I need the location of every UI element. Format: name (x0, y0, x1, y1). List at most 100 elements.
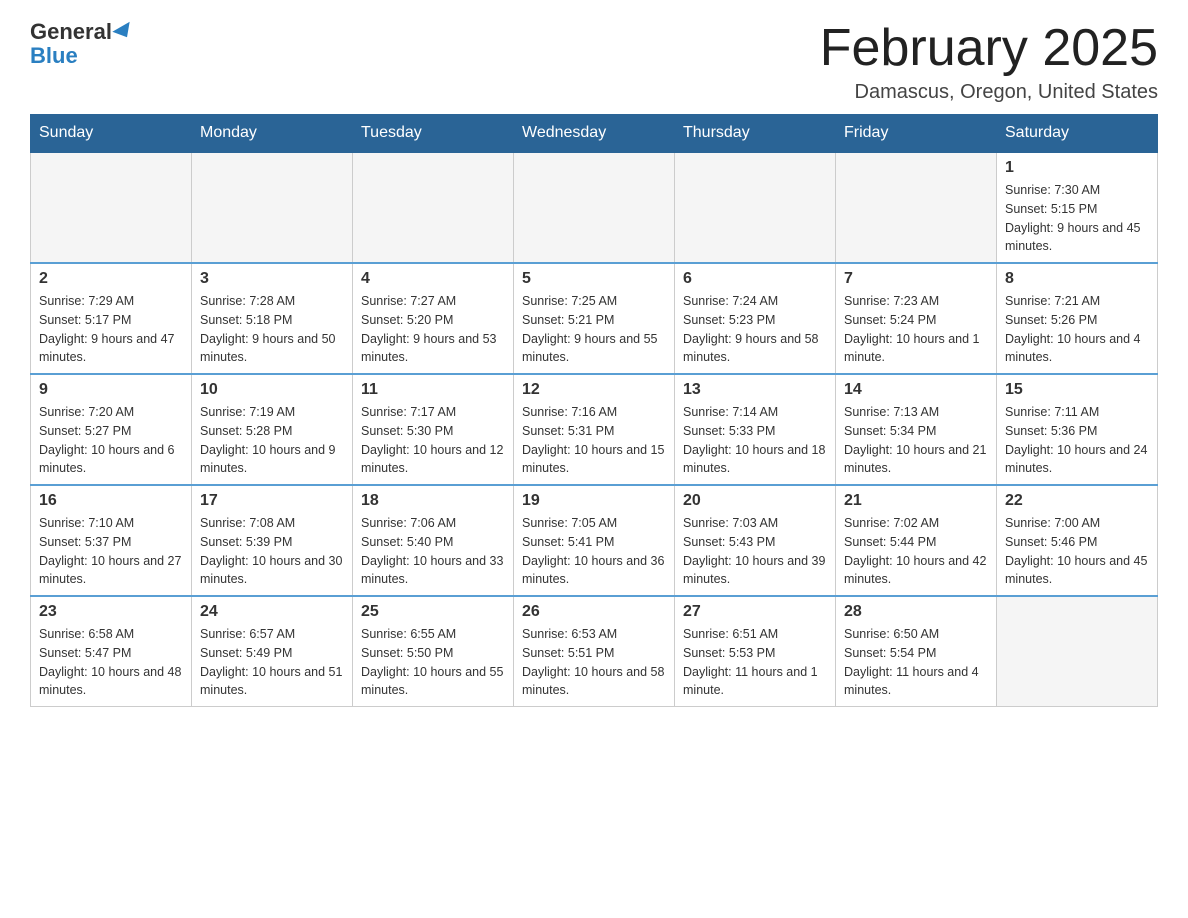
calendar-cell: 28 Sunrise: 6:50 AMSunset: 5:54 PMDayligh… (836, 596, 997, 707)
calendar-cell: 27 Sunrise: 6:51 AMSunset: 5:53 PMDayligh… (675, 596, 836, 707)
calendar-cell: 24 Sunrise: 6:57 AMSunset: 5:49 PMDayligh… (192, 596, 353, 707)
day-info: Sunrise: 7:05 AMSunset: 5:41 PMDaylight:… (522, 514, 666, 589)
calendar-cell: 8 Sunrise: 7:21 AMSunset: 5:26 PMDaylight… (997, 263, 1158, 374)
calendar-cell: 7 Sunrise: 7:23 AMSunset: 5:24 PMDaylight… (836, 263, 997, 374)
day-number: 19 (522, 492, 666, 510)
calendar-cell (514, 153, 675, 264)
day-info: Sunrise: 7:21 AMSunset: 5:26 PMDaylight:… (1005, 292, 1149, 367)
calendar-cell: 9 Sunrise: 7:20 AMSunset: 5:27 PMDaylight… (31, 374, 192, 485)
day-of-week-header: Saturday (997, 114, 1158, 153)
day-number: 28 (844, 603, 988, 621)
day-info: Sunrise: 7:30 AMSunset: 5:15 PMDaylight:… (1005, 181, 1149, 256)
day-number: 15 (1005, 381, 1149, 399)
day-of-week-header: Thursday (675, 114, 836, 153)
title-block: February 2025 Damascus, Oregon, United S… (820, 20, 1158, 104)
day-number: 18 (361, 492, 505, 510)
logo-blue-text: Blue (30, 43, 78, 68)
day-number: 16 (39, 492, 183, 510)
calendar-cell: 22 Sunrise: 7:00 AMSunset: 5:46 PMDayligh… (997, 485, 1158, 596)
day-info: Sunrise: 7:08 AMSunset: 5:39 PMDaylight:… (200, 514, 344, 589)
day-number: 7 (844, 270, 988, 288)
day-info: Sunrise: 7:14 AMSunset: 5:33 PMDaylight:… (683, 403, 827, 478)
day-info: Sunrise: 7:03 AMSunset: 5:43 PMDaylight:… (683, 514, 827, 589)
calendar-cell (31, 153, 192, 264)
day-of-week-header: Tuesday (353, 114, 514, 153)
day-info: Sunrise: 7:29 AMSunset: 5:17 PMDaylight:… (39, 292, 183, 367)
day-number: 23 (39, 603, 183, 621)
calendar-cell: 19 Sunrise: 7:05 AMSunset: 5:41 PMDayligh… (514, 485, 675, 596)
day-info: Sunrise: 7:11 AMSunset: 5:36 PMDaylight:… (1005, 403, 1149, 478)
day-info: Sunrise: 7:20 AMSunset: 5:27 PMDaylight:… (39, 403, 183, 478)
day-number: 1 (1005, 159, 1149, 177)
day-info: Sunrise: 7:16 AMSunset: 5:31 PMDaylight:… (522, 403, 666, 478)
day-number: 5 (522, 270, 666, 288)
day-number: 25 (361, 603, 505, 621)
day-number: 20 (683, 492, 827, 510)
day-number: 17 (200, 492, 344, 510)
day-number: 9 (39, 381, 183, 399)
calendar-cell (675, 153, 836, 264)
day-info: Sunrise: 7:17 AMSunset: 5:30 PMDaylight:… (361, 403, 505, 478)
day-number: 26 (522, 603, 666, 621)
day-of-week-header: Wednesday (514, 114, 675, 153)
logo-general-text: General (30, 20, 112, 44)
calendar-cell: 21Sunrise: 7:02 AMSunset: 5:44 PMDayligh… (836, 485, 997, 596)
calendar-cell: 26 Sunrise: 6:53 AMSunset: 5:51 PMDayligh… (514, 596, 675, 707)
day-info: Sunrise: 7:13 AMSunset: 5:34 PMDaylight:… (844, 403, 988, 478)
calendar-cell: 13 Sunrise: 7:14 AMSunset: 5:33 PMDayligh… (675, 374, 836, 485)
day-of-week-header: Sunday (31, 114, 192, 153)
calendar-cell: 17 Sunrise: 7:08 AMSunset: 5:39 PMDayligh… (192, 485, 353, 596)
day-info: Sunrise: 6:51 AMSunset: 5:53 PMDaylight:… (683, 625, 827, 700)
day-info: Sunrise: 6:55 AMSunset: 5:50 PMDaylight:… (361, 625, 505, 700)
day-info: Sunrise: 7:27 AMSunset: 5:20 PMDaylight:… (361, 292, 505, 367)
calendar-table: SundayMondayTuesdayWednesdayThursdayFrid… (30, 114, 1158, 707)
day-info: Sunrise: 7:23 AMSunset: 5:24 PMDaylight:… (844, 292, 988, 367)
page-header: General Blue February 2025 Damascus, Ore… (30, 20, 1158, 104)
calendar-cell: 15 Sunrise: 7:11 AMSunset: 5:36 PMDayligh… (997, 374, 1158, 485)
day-info: Sunrise: 6:53 AMSunset: 5:51 PMDaylight:… (522, 625, 666, 700)
day-info: Sunrise: 7:19 AMSunset: 5:28 PMDaylight:… (200, 403, 344, 478)
calendar-cell: 16 Sunrise: 7:10 AMSunset: 5:37 PMDayligh… (31, 485, 192, 596)
day-of-week-header: Friday (836, 114, 997, 153)
calendar-cell (192, 153, 353, 264)
day-number: 10 (200, 381, 344, 399)
day-info: Sunrise: 6:50 AMSunset: 5:54 PMDaylight:… (844, 625, 988, 700)
day-number: 12 (522, 381, 666, 399)
calendar-cell: 14 Sunrise: 7:13 AMSunset: 5:34 PMDayligh… (836, 374, 997, 485)
calendar-cell (997, 596, 1158, 707)
calendar-cell: 6 Sunrise: 7:24 AMSunset: 5:23 PMDaylight… (675, 263, 836, 374)
calendar-cell: 25 Sunrise: 6:55 AMSunset: 5:50 PMDayligh… (353, 596, 514, 707)
day-number: 22 (1005, 492, 1149, 510)
day-number: 6 (683, 270, 827, 288)
location-subtitle: Damascus, Oregon, United States (820, 81, 1158, 104)
calendar-cell: 5 Sunrise: 7:25 AMSunset: 5:21 PMDaylight… (514, 263, 675, 374)
month-title: February 2025 (820, 20, 1158, 77)
calendar-cell (836, 153, 997, 264)
day-number: 14 (844, 381, 988, 399)
day-number: 3 (200, 270, 344, 288)
day-info: Sunrise: 7:10 AMSunset: 5:37 PMDaylight:… (39, 514, 183, 589)
day-info: Sunrise: 6:58 AMSunset: 5:47 PMDaylight:… (39, 625, 183, 700)
day-info: Sunrise: 7:00 AMSunset: 5:46 PMDaylight:… (1005, 514, 1149, 589)
day-number: 27 (683, 603, 827, 621)
calendar-cell (353, 153, 514, 264)
day-number: 4 (361, 270, 505, 288)
calendar-cell: 12 Sunrise: 7:16 AMSunset: 5:31 PMDayligh… (514, 374, 675, 485)
day-info: Sunrise: 7:06 AMSunset: 5:40 PMDaylight:… (361, 514, 505, 589)
calendar-cell: 11 Sunrise: 7:17 AMSunset: 5:30 PMDayligh… (353, 374, 514, 485)
calendar-cell: 18 Sunrise: 7:06 AMSunset: 5:40 PMDayligh… (353, 485, 514, 596)
day-number: 11 (361, 381, 505, 399)
calendar-cell: 1 Sunrise: 7:30 AMSunset: 5:15 PMDaylight… (997, 153, 1158, 264)
day-info: Sunrise: 7:25 AMSunset: 5:21 PMDaylight:… (522, 292, 666, 367)
day-info: Sunrise: 7:28 AMSunset: 5:18 PMDaylight:… (200, 292, 344, 367)
calendar-cell: 2Sunrise: 7:29 AMSunset: 5:17 PMDaylight… (31, 263, 192, 374)
calendar-cell: 20 Sunrise: 7:03 AMSunset: 5:43 PMDayligh… (675, 485, 836, 596)
logo-arrow-icon (112, 22, 135, 42)
day-info: Sunrise: 6:57 AMSunset: 5:49 PMDaylight:… (200, 625, 344, 700)
day-info: Sunrise: 7:02 AMSunset: 5:44 PMDaylight:… (844, 514, 988, 589)
day-number: 13 (683, 381, 827, 399)
day-info: Sunrise: 7:24 AMSunset: 5:23 PMDaylight:… (683, 292, 827, 367)
day-number: 8 (1005, 270, 1149, 288)
calendar-cell: 3 Sunrise: 7:28 AMSunset: 5:18 PMDaylight… (192, 263, 353, 374)
day-number: 24 (200, 603, 344, 621)
